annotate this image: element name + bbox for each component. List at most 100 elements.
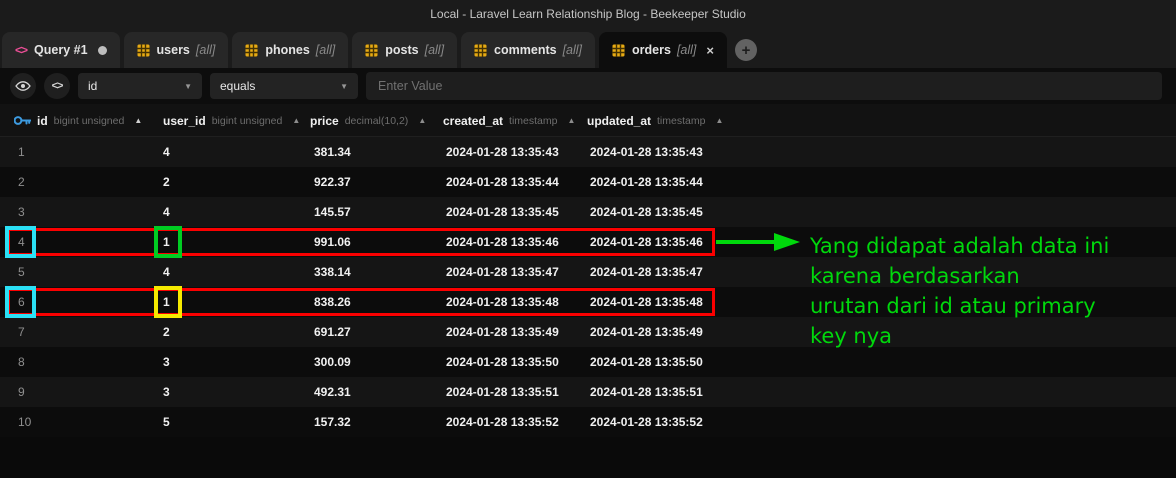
table-icon <box>137 44 150 57</box>
cell-id[interactable]: 3 <box>18 197 25 227</box>
table-row[interactable]: 8 3 300.09 2024-01-28 13:35:50 2024-01-2… <box>0 347 1176 377</box>
cell-id[interactable]: 10 <box>18 407 31 437</box>
filter-value-input[interactable] <box>366 72 1162 100</box>
cell-user-id[interactable]: 1 <box>163 227 170 257</box>
column-name: created_at <box>443 114 503 128</box>
filter-column-value: id <box>88 79 97 93</box>
cell-created-at[interactable]: 2024-01-28 13:35:51 <box>446 377 559 407</box>
sql-filter-toggle-button[interactable]: <> <box>44 73 70 99</box>
cell-price[interactable]: 145.57 <box>314 197 351 227</box>
tab-scope-label: [all] <box>196 43 215 57</box>
cell-user-id[interactable]: 2 <box>163 167 170 197</box>
cell-created-at[interactable]: 2024-01-28 13:35:47 <box>446 257 559 287</box>
column-header-id[interactable]: id bigint unsigned ▲ <box>14 104 142 137</box>
cell-updated-at[interactable]: 2024-01-28 13:35:50 <box>590 347 703 377</box>
tab-posts[interactable]: posts [all] <box>352 32 457 68</box>
tab-scope-label: [all] <box>677 43 696 57</box>
cell-created-at[interactable]: 2024-01-28 13:35:49 <box>446 317 559 347</box>
table-row[interactable]: 7 2 691.27 2024-01-28 13:35:49 2024-01-2… <box>0 317 1176 347</box>
cell-id[interactable]: 8 <box>18 347 25 377</box>
filter-operator-value: equals <box>220 79 255 93</box>
cell-user-id[interactable]: 4 <box>163 197 170 227</box>
cell-updated-at[interactable]: 2024-01-28 13:35:43 <box>590 137 703 167</box>
sort-asc-icon[interactable]: ▲ <box>134 116 142 125</box>
cell-created-at[interactable]: 2024-01-28 13:35:45 <box>446 197 559 227</box>
sort-asc-icon[interactable]: ▲ <box>418 116 426 125</box>
column-type: decimal(10,2) <box>345 115 409 127</box>
table-row[interactable]: 10 5 157.32 2024-01-28 13:35:52 2024-01-… <box>0 407 1176 437</box>
cell-user-id[interactable]: 1 <box>163 287 170 317</box>
cell-updated-at[interactable]: 2024-01-28 13:35:51 <box>590 377 703 407</box>
cell-price[interactable]: 922.37 <box>314 167 351 197</box>
filter-column-select[interactable]: id ▼ <box>78 73 202 99</box>
tab-label: users <box>157 43 190 57</box>
sort-asc-icon[interactable]: ▲ <box>715 116 723 125</box>
cell-updated-at[interactable]: 2024-01-28 13:35:44 <box>590 167 703 197</box>
tab-query-1[interactable]: <> Query #1 <box>2 32 120 68</box>
cell-user-id[interactable]: 4 <box>163 257 170 287</box>
table-row[interactable]: 9 3 492.31 2024-01-28 13:35:51 2024-01-2… <box>0 377 1176 407</box>
cell-id[interactable]: 1 <box>18 137 25 167</box>
cell-created-at[interactable]: 2024-01-28 13:35:46 <box>446 227 559 257</box>
cell-price[interactable]: 381.34 <box>314 137 351 167</box>
tab-users[interactable]: users [all] <box>124 32 229 68</box>
tab-label: comments <box>494 43 557 57</box>
cell-created-at[interactable]: 2024-01-28 13:35:50 <box>446 347 559 377</box>
table-row[interactable]: 3 4 145.57 2024-01-28 13:35:45 2024-01-2… <box>0 197 1176 227</box>
table-row[interactable]: 1 4 381.34 2024-01-28 13:35:43 2024-01-2… <box>0 137 1176 167</box>
cell-id[interactable]: 7 <box>18 317 25 347</box>
cell-updated-at[interactable]: 2024-01-28 13:35:48 <box>590 287 703 317</box>
cell-updated-at[interactable]: 2024-01-28 13:35:52 <box>590 407 703 437</box>
cell-updated-at[interactable]: 2024-01-28 13:35:45 <box>590 197 703 227</box>
cell-price[interactable]: 157.32 <box>314 407 351 437</box>
column-name: updated_at <box>587 114 651 128</box>
cell-price[interactable]: 300.09 <box>314 347 351 377</box>
column-header-created-at[interactable]: created_at timestamp ▲ <box>443 104 575 137</box>
table-row[interactable]: 4 1 991.06 2024-01-28 13:35:46 2024-01-2… <box>0 227 1176 257</box>
cell-created-at[interactable]: 2024-01-28 13:35:44 <box>446 167 559 197</box>
cell-id[interactable]: 6 <box>18 287 25 317</box>
table-row[interactable]: 5 4 338.14 2024-01-28 13:35:47 2024-01-2… <box>0 257 1176 287</box>
sort-asc-icon[interactable]: ▲ <box>292 116 300 125</box>
column-name: price <box>310 114 339 128</box>
cell-user-id[interactable]: 2 <box>163 317 170 347</box>
cell-created-at[interactable]: 2024-01-28 13:35:48 <box>446 287 559 317</box>
title-bar: Local - Laravel Learn Relationship Blog … <box>0 0 1176 28</box>
column-header-price[interactable]: price decimal(10,2) ▲ <box>310 104 426 137</box>
cell-updated-at[interactable]: 2024-01-28 13:35:46 <box>590 227 703 257</box>
cell-price[interactable]: 991.06 <box>314 227 351 257</box>
filter-bar: <> id ▼ equals ▼ <box>0 68 1176 104</box>
unsaved-indicator-dot <box>98 46 107 55</box>
beekeeper-studio-window: Local - Laravel Learn Relationship Blog … <box>0 0 1176 478</box>
cell-id[interactable]: 9 <box>18 377 25 407</box>
cell-user-id[interactable]: 3 <box>163 377 170 407</box>
new-tab-button[interactable]: + <box>735 39 757 61</box>
filter-operator-select[interactable]: equals ▼ <box>210 73 358 99</box>
cell-created-at[interactable]: 2024-01-28 13:35:43 <box>446 137 559 167</box>
cell-id[interactable]: 2 <box>18 167 25 197</box>
cell-user-id[interactable]: 5 <box>163 407 170 437</box>
cell-id[interactable]: 4 <box>18 227 25 257</box>
column-header-updated-at[interactable]: updated_at timestamp ▲ <box>587 104 723 137</box>
cell-updated-at[interactable]: 2024-01-28 13:35:47 <box>590 257 703 287</box>
table-row[interactable]: 2 2 922.37 2024-01-28 13:35:44 2024-01-2… <box>0 167 1176 197</box>
close-tab-icon[interactable]: × <box>706 44 714 57</box>
cell-created-at[interactable]: 2024-01-28 13:35:52 <box>446 407 559 437</box>
cell-id[interactable]: 5 <box>18 257 25 287</box>
toggle-columns-button[interactable] <box>10 73 36 99</box>
cell-price[interactable]: 338.14 <box>314 257 351 287</box>
tab-orders-active[interactable]: orders [all] × <box>599 32 727 68</box>
cell-updated-at[interactable]: 2024-01-28 13:35:49 <box>590 317 703 347</box>
table-icon <box>245 44 258 57</box>
cell-price[interactable]: 492.31 <box>314 377 351 407</box>
cell-price[interactable]: 691.27 <box>314 317 351 347</box>
tab-comments[interactable]: comments [all] <box>461 32 595 68</box>
cell-user-id[interactable]: 3 <box>163 347 170 377</box>
cell-user-id[interactable]: 4 <box>163 137 170 167</box>
table-row[interactable]: 6 1 838.26 2024-01-28 13:35:48 2024-01-2… <box>0 287 1176 317</box>
sort-asc-icon[interactable]: ▲ <box>567 116 575 125</box>
column-type: timestamp <box>657 115 705 127</box>
cell-price[interactable]: 838.26 <box>314 287 351 317</box>
column-header-user-id[interactable]: user_id bigint unsigned ▲ <box>163 104 300 137</box>
tab-phones[interactable]: phones [all] <box>232 32 348 68</box>
